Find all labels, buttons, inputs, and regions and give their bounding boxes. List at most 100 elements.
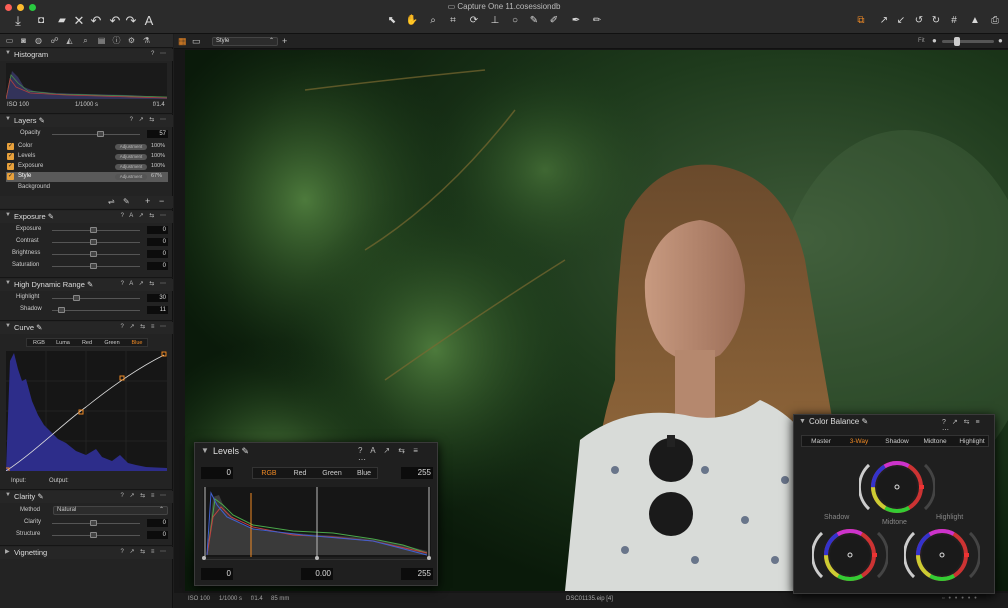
layers-tool-icons[interactable]: ? ↗ ⇆ ⋯: [130, 116, 168, 123]
method-select[interactable]: Natural ⌃: [53, 506, 168, 515]
curve-tab-luma[interactable]: Luma: [51, 339, 75, 348]
vignetting-tool-icons[interactable]: ? ↗ ⇆ ≡ ⋯: [120, 548, 168, 555]
layer-row-levels[interactable]: ✓ Levels Adjustment 100%: [6, 152, 168, 162]
circle-mask-icon[interactable]: ○: [508, 13, 522, 29]
undo-icon[interactable]: ↶: [108, 13, 122, 29]
levels-tab-rgb[interactable]: RGB: [253, 468, 285, 480]
zoom-slider[interactable]: [942, 40, 994, 43]
structure-value[interactable]: 0: [147, 531, 168, 539]
highlight-color-wheel[interactable]: [904, 525, 980, 585]
clarity-slider-knob[interactable]: [90, 520, 97, 526]
add-layer-icon[interactable]: +: [145, 196, 150, 206]
exposure-header[interactable]: ▼ Exposure ✎ ? A ↗ ⇆ ⋯: [0, 211, 173, 223]
layer-checkbox[interactable]: ✓: [7, 153, 14, 160]
batch-tab-icon[interactable]: ⚗: [141, 35, 152, 46]
cb-tab-master[interactable]: Master: [802, 436, 840, 448]
contrast-value[interactable]: 0: [147, 238, 168, 246]
brush-icon[interactable]: ✎: [527, 13, 541, 29]
grid-view-icon[interactable]: ▦: [178, 36, 187, 47]
select-cursor-icon[interactable]: ⬉: [385, 13, 399, 29]
highlight-slider[interactable]: [52, 298, 140, 299]
highlight-slider-knob[interactable]: [73, 295, 80, 301]
layer-options-icon[interactable]: ⇌: [108, 197, 115, 206]
single-view-icon[interactable]: ▭: [192, 36, 201, 47]
layers-header[interactable]: ▼ Layers ✎ ? ↗ ⇆ ⋯: [0, 115, 173, 127]
layer-row-style[interactable]: ✓ Style Adjustment 67%: [6, 172, 168, 182]
shadow-color-wheel[interactable]: [812, 525, 888, 585]
rotate-right-icon[interactable]: ↻: [929, 13, 943, 29]
shadow-value[interactable]: 11: [147, 306, 168, 314]
curve-tab-red[interactable]: Red: [75, 339, 99, 348]
folder-icon[interactable]: ▰: [54, 13, 70, 29]
rating-dots-icon[interactable]: ▫•••••: [942, 595, 981, 602]
style-select[interactable]: Style ⌃: [212, 37, 278, 46]
rotate-left-icon[interactable]: ↺: [912, 13, 926, 29]
crop-icon[interactable]: ⌗: [446, 13, 460, 29]
layer-checkbox[interactable]: ✓: [7, 143, 14, 150]
rotate-icon[interactable]: ⟳: [467, 13, 481, 29]
remove-layer-icon[interactable]: −: [159, 196, 164, 206]
capture-tab-icon[interactable]: ◙: [18, 35, 29, 46]
eraser-icon[interactable]: ✐: [547, 13, 561, 29]
levels-output-low[interactable]: 0: [201, 568, 233, 580]
layer-background[interactable]: Background: [18, 184, 50, 190]
hdr-header[interactable]: ▼ High Dynamic Range ✎ ? A ↗ ⇆ ⋯: [0, 279, 173, 291]
structure-slider-knob[interactable]: [90, 532, 97, 538]
clarity-value[interactable]: 0: [147, 519, 168, 527]
midtone-color-wheel[interactable]: [859, 457, 935, 517]
keystone-icon[interactable]: ⊥: [488, 13, 502, 29]
loupe-icon[interactable]: ⌕: [426, 13, 440, 29]
levels-input-low[interactable]: 0: [201, 467, 233, 479]
hdr-tool-icons[interactable]: ? A ↗ ⇆ ⋯: [121, 280, 168, 287]
layer-row-exposure[interactable]: ✓ Exposure Adjustment 100%: [6, 162, 168, 172]
clarity-header[interactable]: ▼ Clarity ✎ ? ↗ ⇆ ≡ ⋯: [0, 491, 173, 503]
adjustments-tab-icon[interactable]: ▤: [96, 35, 107, 46]
curve-graph[interactable]: [6, 351, 167, 471]
levels-output-high[interactable]: 255: [401, 568, 433, 580]
undo-history-icon[interactable]: ↶: [89, 13, 103, 29]
levels-tab-green[interactable]: Green: [315, 468, 349, 480]
layer-checkbox[interactable]: ✓: [7, 173, 14, 180]
levels-input-high[interactable]: 255: [401, 467, 433, 479]
levels-midpoint[interactable]: 0.00: [301, 568, 333, 580]
histogram-header[interactable]: ▼ Histogram ? ⋯: [0, 49, 173, 61]
cb-tab-highlight[interactable]: Highlight: [954, 436, 990, 448]
curve-header[interactable]: ▼ Curve ✎ ? ↗ ⇆ ≡ ⋯: [0, 322, 173, 334]
cb-tab-midtone[interactable]: Midtone: [916, 436, 954, 448]
metadata-tab-icon[interactable]: ⓘ: [111, 35, 122, 46]
color-tab-icon[interactable]: ☍: [49, 35, 60, 46]
import-icon[interactable]: ⤓: [10, 13, 26, 29]
levels-mid-handle[interactable]: [315, 556, 319, 560]
opacity-slider-knob[interactable]: [97, 131, 104, 137]
opacity-value[interactable]: 57: [147, 130, 168, 138]
curve-tab-rgb[interactable]: RGB: [27, 339, 51, 348]
exposure-tool-icons[interactable]: ? A ↗ ⇆ ⋯: [121, 212, 168, 219]
exposure-value[interactable]: 0: [147, 226, 168, 234]
vignetting-header[interactable]: ▶ Vignetting ? ↗ ⇆ ≡ ⋯: [0, 547, 173, 559]
warning-icon[interactable]: ▲: [968, 13, 982, 29]
grid-icon[interactable]: #: [947, 13, 961, 29]
help-icon[interactable]: ? ⋯: [151, 50, 168, 57]
exposure-tab-icon[interactable]: ◭: [64, 35, 75, 46]
color-balance-tool-icons[interactable]: ? ↗ ⇆ ≡ ⋯: [942, 418, 994, 434]
layer-row-color[interactable]: ✓ Color Adjustment 100%: [6, 142, 168, 152]
levels-histogram[interactable]: [203, 487, 431, 557]
cb-tab-3way[interactable]: 3-Way: [840, 436, 878, 448]
zoom-slider-knob[interactable]: [954, 37, 960, 46]
levels-tab-red[interactable]: Red: [285, 468, 315, 480]
contrast-slider-knob[interactable]: [90, 239, 97, 245]
curve-tab-blue[interactable]: Blue: [125, 339, 149, 348]
clarity-tool-icons[interactable]: ? ↗ ⇆ ≡ ⋯: [120, 492, 168, 499]
output-tab-icon[interactable]: ⚙: [126, 35, 137, 46]
curve-tab-green[interactable]: Green: [99, 339, 125, 348]
redo-icon[interactable]: ↷: [124, 13, 138, 29]
delete-icon[interactable]: ✕: [72, 13, 86, 29]
curve-tool-icons[interactable]: ? ↗ ⇆ ≡ ⋯: [120, 323, 168, 330]
brush-icon[interactable]: ✎: [123, 197, 130, 206]
shadow-slider[interactable]: [52, 310, 140, 311]
details-tab-icon[interactable]: ⌕: [80, 35, 91, 46]
lens-tab-icon[interactable]: ◍: [33, 35, 44, 46]
add-style-icon[interactable]: +: [282, 36, 287, 46]
layer-checkbox[interactable]: ✓: [7, 163, 14, 170]
chevron-down-icon[interactable]: ▼: [799, 418, 806, 425]
